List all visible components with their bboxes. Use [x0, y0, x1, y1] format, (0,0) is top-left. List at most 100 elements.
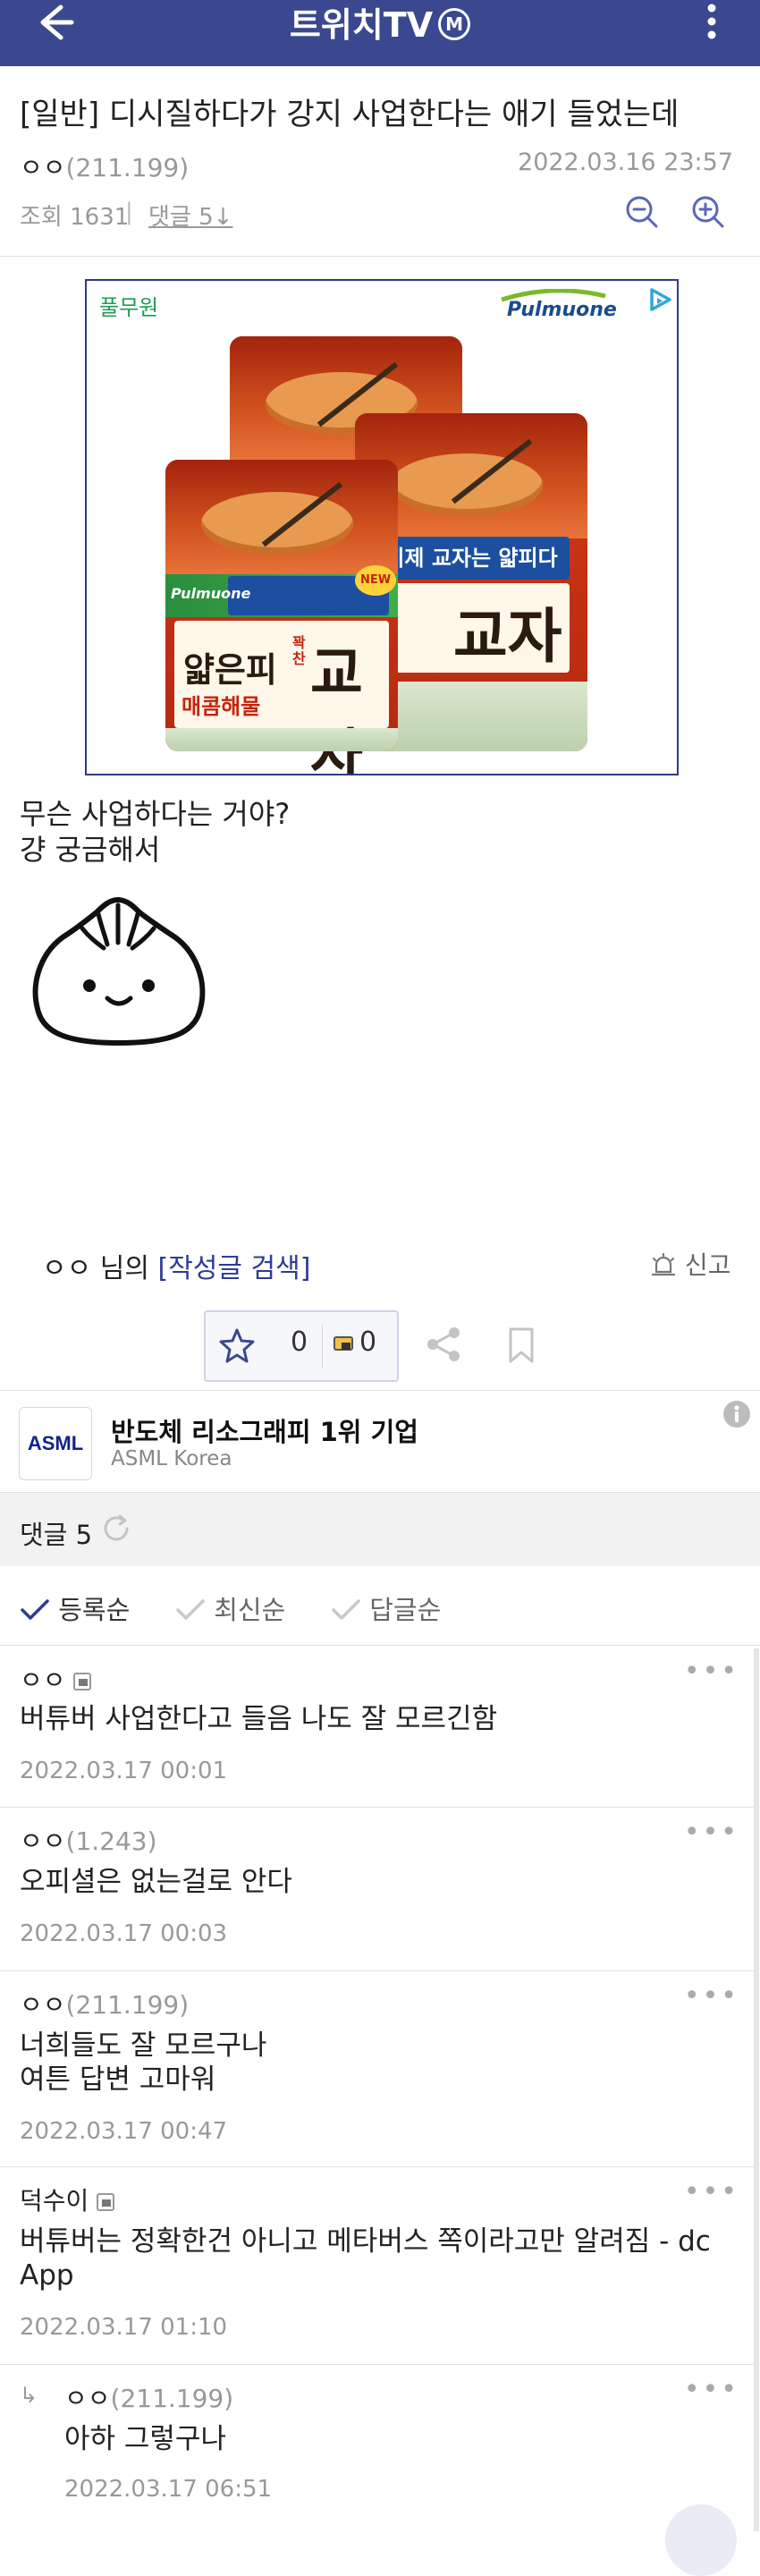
- package-band: 이제 교자는 얇피다: [373, 537, 570, 580]
- reply-date: 2022.03.17 06:51: [64, 2476, 273, 2503]
- comment-more-icon[interactable]: •••: [684, 1656, 739, 1687]
- check-icon: [20, 1595, 50, 1625]
- comment-section-title: 댓글 5: [20, 1520, 93, 1550]
- siren-icon: [650, 1250, 685, 1280]
- post-title: [일반] 디시질하다가 강지 사업한다는 애기 들었는데: [20, 97, 680, 132]
- report-button[interactable]: 신고: [650, 1246, 730, 1282]
- sort-replies[interactable]: 답글순: [331, 1589, 441, 1627]
- package-product-sub: 꽉찬: [292, 634, 306, 667]
- zoom-in-icon[interactable]: [690, 194, 726, 230]
- comment-text-line-1: 너희들도 잘 모르구나: [20, 2029, 267, 2062]
- comment-author-name: 덕수이: [20, 2186, 89, 2216]
- comment-date: 2022.03.17 00:47: [20, 2118, 228, 2145]
- comment-date: 2022.03.17 00:03: [20, 1920, 228, 1947]
- comment-more-icon[interactable]: •••: [684, 2176, 739, 2207]
- comment-author-name: ㅇㅇ: [20, 1826, 66, 1856]
- comment-text-line-1: 버튜버는 정확한건 아니고 메타버스 쪽이라고만 알려짐 - dc: [20, 2225, 711, 2258]
- gallery-title[interactable]: 트위치TV M: [0, 0, 760, 50]
- sort-registered[interactable]: 등록순: [20, 1589, 130, 1627]
- comment-text: 오피셜은 없는걸로 안다: [20, 1866, 292, 1898]
- reply-arrow-icon: ↳: [20, 2383, 38, 2408]
- brand-logo: Pulmuone: [507, 299, 617, 321]
- comment-author[interactable]: ㅇㅇ(211.199): [20, 1986, 189, 2021]
- reply-item: ↳ ㅇㅇ(211.199) ••• 아하 그렇구나 2022.03.17 06:…: [0, 2365, 754, 2531]
- check-icon: [175, 1595, 206, 1625]
- comment-item: ㅇㅇ(1.243) ••• 오피셜은 없는걸로 안다 2022.03.17 00…: [0, 1808, 754, 1971]
- comment-author-ip: (1.243): [65, 1826, 157, 1856]
- search-author-posts-link[interactable]: [작성글 검색]: [158, 1253, 311, 1284]
- down-arrow-icon: ↓: [213, 204, 233, 231]
- author-line-suffix: 님의: [99, 1253, 149, 1284]
- recommend-star-icon[interactable]: [216, 1325, 258, 1366]
- new-badge: NEW: [355, 565, 396, 596]
- comment-author-name: ㅇㅇ: [20, 1990, 66, 2020]
- ad2-top-divider: [0, 1390, 760, 1391]
- comment-date: 2022.03.17 01:10: [20, 2314, 228, 2341]
- comment-date: 2022.03.17 00:01: [20, 1758, 228, 1784]
- share-icon[interactable]: [424, 1325, 463, 1364]
- comment-author[interactable]: 덕수이: [20, 2182, 115, 2217]
- comment-count-link[interactable]: 댓글 5↓: [148, 199, 232, 232]
- comment-text-line-2: App: [20, 2259, 74, 2292]
- post-body-line-2: 걍 궁금해서: [20, 833, 161, 867]
- ad2-headline: 반도체 리소그래피 1위 기업: [111, 1417, 418, 1447]
- comment-more-icon[interactable]: •••: [684, 2374, 739, 2405]
- adchoices-icon[interactable]: [646, 286, 673, 313]
- comment-text-line-2: 여튼 답변 고마워: [20, 2063, 216, 2096]
- comment-text: 버튜버 사업한다고 들음 나도 잘 모르긴함: [20, 1703, 498, 1735]
- package-brand: Pulmuone: [171, 585, 251, 602]
- fixed-nick-badge-icon: [73, 1665, 92, 1695]
- comment-author-name: ㅇㅇ: [20, 1665, 66, 1695]
- comment-author[interactable]: ㅇㅇ(1.243): [20, 1822, 157, 1858]
- fixed-nick-badge-icon: [97, 2186, 115, 2216]
- comment-author[interactable]: ㅇㅇ: [20, 1661, 92, 1697]
- floating-action-button[interactable]: [665, 2504, 737, 2576]
- sort-registered-label: 등록순: [58, 1595, 131, 1625]
- package-product-main-front: 교자: [310, 640, 363, 774]
- comment-more-icon[interactable]: •••: [684, 1980, 739, 2012]
- comment-header-bar: 댓글 5: [0, 1492, 760, 1567]
- reply-author-name: ㅇㅇ: [64, 2384, 111, 2413]
- info-icon[interactable]: [722, 1400, 751, 1428]
- reply-author-ip: (211.199): [110, 2384, 234, 2413]
- author-search-line: ㅇㅇ 님의 [작성글 검색]: [42, 1246, 310, 1285]
- post-header-divider: [0, 256, 760, 257]
- view-count: 조회 1631: [20, 204, 130, 231]
- fixed-recommend-icon[interactable]: [333, 1332, 356, 1355]
- comment-item: 덕수이 ••• 버튜버는 정확한건 아니고 메타버스 쪽이라고만 알려짐 - d…: [0, 2167, 754, 2365]
- display-ad[interactable]: 풀무원 Pulmuone 이제 교자는 얇피다 교자 Pulmuone NEW …: [85, 279, 679, 775]
- comment-sort-options: 등록순 최신순 답글순: [0, 1566, 760, 1646]
- fixed-recommend-count: 0: [359, 1326, 377, 1358]
- bookmark-icon[interactable]: [506, 1326, 536, 1364]
- comment-item: ㅇㅇ(211.199) ••• 너희들도 잘 모르구나 여튼 답변 고마워 20…: [0, 1971, 754, 2167]
- comment-item: ㅇㅇ ••• 버튜버 사업한다고 들음 나도 잘 모르긴함 2022.03.17…: [0, 1647, 754, 1808]
- author-ip: (211.199): [65, 153, 190, 182]
- sort-newest[interactable]: 최신순: [175, 1589, 285, 1627]
- package-product-name: 얇은피: [183, 650, 277, 690]
- reply-author[interactable]: ㅇㅇ(211.199): [64, 2379, 233, 2415]
- zoom-out-icon[interactable]: [624, 194, 660, 230]
- recommend-divider: [322, 1325, 323, 1368]
- refresh-icon[interactable]: [100, 1513, 132, 1545]
- package-flavor: 매콤해물: [182, 694, 261, 719]
- gallery-title-text: 트위치TV: [289, 5, 434, 45]
- dumpling-emoticon: [25, 893, 213, 1049]
- more-options-icon[interactable]: [694, 0, 730, 45]
- minor-gallery-badge: M: [438, 7, 471, 40]
- post-author[interactable]: ㅇㅇ(211.199): [20, 148, 189, 184]
- package-product-main: 교자: [453, 601, 562, 671]
- comment-count-text: 댓글 5: [148, 204, 214, 231]
- dumpling-package-front: Pulmuone NEW 얇은피 꽉찬 교자 매콤해물: [165, 460, 398, 774]
- comment-scrollbar[interactable]: [754, 1648, 759, 2531]
- reply-text: 아하 그렇구나: [64, 2423, 226, 2455]
- ad-advertiser: 풀무원: [99, 295, 159, 320]
- top-app-bar: 트위치TV M: [0, 0, 760, 66]
- asml-logo: ASML: [19, 1407, 92, 1480]
- sort-newest-label: 최신순: [214, 1595, 286, 1625]
- report-label: 신고: [684, 1250, 731, 1280]
- recommend-box: 0 0: [204, 1310, 399, 1382]
- meta-separator: |: [125, 199, 133, 225]
- author-nickname: ㅇㅇ: [20, 153, 66, 182]
- comment-more-icon[interactable]: •••: [684, 1817, 739, 1848]
- comment-author-ip: (211.199): [65, 1990, 190, 2020]
